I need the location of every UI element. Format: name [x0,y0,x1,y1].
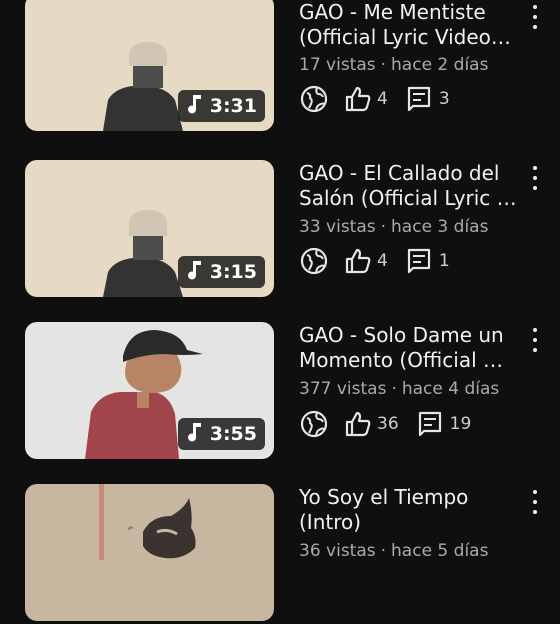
video-item[interactable]: 3:55 GAO - Solo Dame un Momento (Officia… [0,322,560,462]
view-count: 377 vistas [299,379,387,399]
comment-count: 19 [449,414,472,434]
duration-text: 3:31 [209,95,257,117]
video-thumbnail[interactable]: 3:55 [25,322,274,459]
video-meta: 33 vistas · hace 3 días [299,217,489,237]
comment-count: 3 [438,89,450,109]
duration-text: 3:15 [209,261,257,283]
video-list: 3:31 GAO - Me Mentiste (Official Lyric V… [0,0,560,621]
video-title[interactable]: GAO - Solo Dame un Momento (Official … [299,323,519,373]
video-meta: 17 vistas · hace 2 días [299,55,489,75]
duration-badge: 3:15 [177,256,265,288]
likes[interactable]: 4 [344,247,388,275]
video-title[interactable]: GAO - El Callado del Salón (Official Lyr… [299,161,519,211]
video-item[interactable]: 3:31 GAO - Me Mentiste (Official Lyric V… [0,0,560,140]
thumbs-up-icon [344,247,372,275]
thumbs-up-icon [344,410,372,438]
thumbs-up-icon [344,85,372,113]
video-item[interactable]: 3:15 GAO - El Callado del Salón (Officia… [0,160,560,300]
video-thumbnail[interactable]: 3:31 [25,0,274,131]
globe-icon[interactable] [299,246,329,276]
comment-icon [418,410,442,438]
video-title[interactable]: GAO - Me Mentiste (Official Lyric Video… [299,0,519,50]
more-vert-icon[interactable] [528,328,542,352]
duration-badge: 3:55 [177,418,265,450]
more-vert-icon[interactable] [528,166,542,190]
like-count: 4 [377,251,388,271]
globe-icon[interactable] [299,409,329,439]
comment-icon [407,85,431,113]
thumbnail-image [25,484,274,621]
music-note-icon [184,259,204,286]
video-stats: 36 19 [299,409,471,439]
globe-icon[interactable] [299,84,329,114]
video-thumbnail[interactable]: 3:15 [25,160,274,297]
likes[interactable]: 36 [344,410,399,438]
music-note-icon [184,421,204,448]
view-count: 17 vistas [299,55,376,75]
more-vert-icon[interactable] [528,490,542,514]
likes[interactable]: 4 [344,85,388,113]
comment-count: 1 [438,251,450,271]
comments[interactable]: 3 [407,85,450,113]
view-count: 33 vistas [299,217,376,237]
comment-icon [407,247,431,275]
comments[interactable]: 19 [418,410,472,438]
video-thumbnail[interactable] [25,484,274,621]
like-count: 36 [377,414,399,434]
more-vert-icon[interactable] [528,5,542,29]
upload-age: hace 3 días [391,217,489,237]
duration-text: 3:55 [209,423,257,445]
video-title[interactable]: Yo Soy el Tiempo (Intro) [299,485,519,535]
comments[interactable]: 1 [407,247,450,275]
video-stats: 4 3 [299,84,450,114]
like-count: 4 [377,89,388,109]
view-count: 36 vistas [299,541,376,561]
upload-age: hace 4 días [401,379,500,399]
upload-age: hace 2 días [391,55,489,75]
video-meta: 36 vistas · hace 5 días [299,541,489,561]
video-meta: 377 vistas · hace 4 días [299,379,500,399]
video-stats: 4 1 [299,246,450,276]
upload-age: hace 5 días [391,541,489,561]
duration-badge: 3:31 [177,90,265,122]
video-item[interactable]: Yo Soy el Tiempo (Intro) 36 vistas · hace … [0,484,560,624]
music-note-icon [184,93,204,120]
